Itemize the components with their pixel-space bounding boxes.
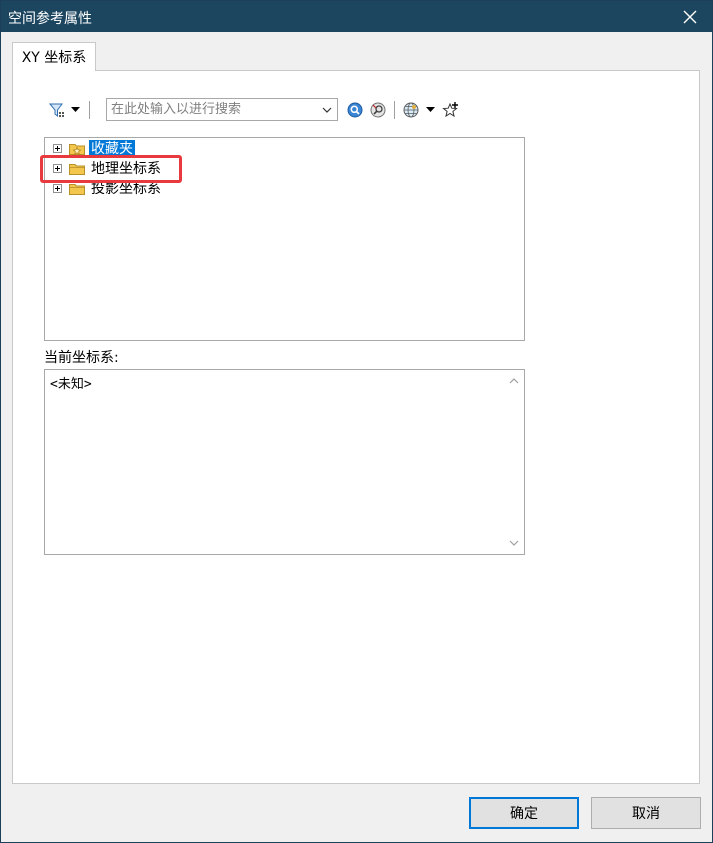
spatial-reference-dialog: 空间参考属性 XY 坐标系 在此处输入以进行搜索 收藏夹 地理坐标系 投影坐标系…: [0, 0, 713, 843]
clear-search-icon: [370, 102, 386, 118]
filter-dropdown-button[interactable]: [68, 100, 82, 120]
chevron-up-icon: [509, 378, 519, 384]
toolbar-separator: [394, 101, 395, 119]
search-combo-dropdown[interactable]: [317, 99, 337, 120]
dropdown-arrow-icon: [425, 107, 435, 112]
globe-dropdown-button[interactable]: [423, 100, 437, 120]
cancel-button[interactable]: 取消: [591, 797, 701, 829]
close-button[interactable]: [668, 1, 712, 32]
ok-button[interactable]: 确定: [469, 797, 579, 829]
close-icon: [683, 10, 697, 23]
dropdown-arrow-icon: [70, 107, 80, 112]
scroll-down-button[interactable]: [504, 534, 524, 552]
chevron-down-icon: [322, 107, 332, 113]
current-coordinate-system-label: 当前坐标系:: [44, 350, 119, 366]
title-bar[interactable]: 空间参考属性: [1, 1, 712, 32]
toolbar-separator: [89, 101, 90, 119]
clear-search-button[interactable]: [368, 100, 388, 120]
favorites-folder-icon: [69, 144, 85, 155]
details-scrollbar[interactable]: [504, 370, 524, 554]
expand-icon[interactable]: [53, 144, 62, 153]
current-coordinate-system-details[interactable]: <未知>: [44, 369, 525, 555]
filter-icon: [48, 103, 64, 118]
tab-label: XY 坐标系: [21, 50, 87, 66]
filter-button[interactable]: [47, 100, 67, 120]
tab-xy-coordinate-system[interactable]: XY 坐标系: [12, 42, 96, 71]
chevron-down-icon: [509, 540, 519, 546]
highlight-annotation: [40, 155, 182, 183]
search-input[interactable]: [107, 99, 315, 120]
scroll-up-button[interactable]: [504, 372, 524, 390]
folder-icon: [69, 184, 85, 195]
search-button[interactable]: [345, 100, 365, 120]
globe-icon: [403, 102, 419, 118]
expand-icon[interactable]: [53, 184, 62, 193]
ok-button-label: 确定: [510, 806, 538, 822]
window-title: 空间参考属性: [8, 11, 92, 27]
cancel-button-label: 取消: [632, 806, 660, 822]
current-coordinate-system-value: <未知>: [50, 377, 92, 392]
search-combobox[interactable]: [106, 98, 338, 121]
globe-button[interactable]: [401, 100, 421, 120]
search-icon: [347, 102, 363, 118]
add-to-favorites-button[interactable]: [441, 100, 461, 120]
add-coordinate-system-icon: [442, 102, 458, 118]
